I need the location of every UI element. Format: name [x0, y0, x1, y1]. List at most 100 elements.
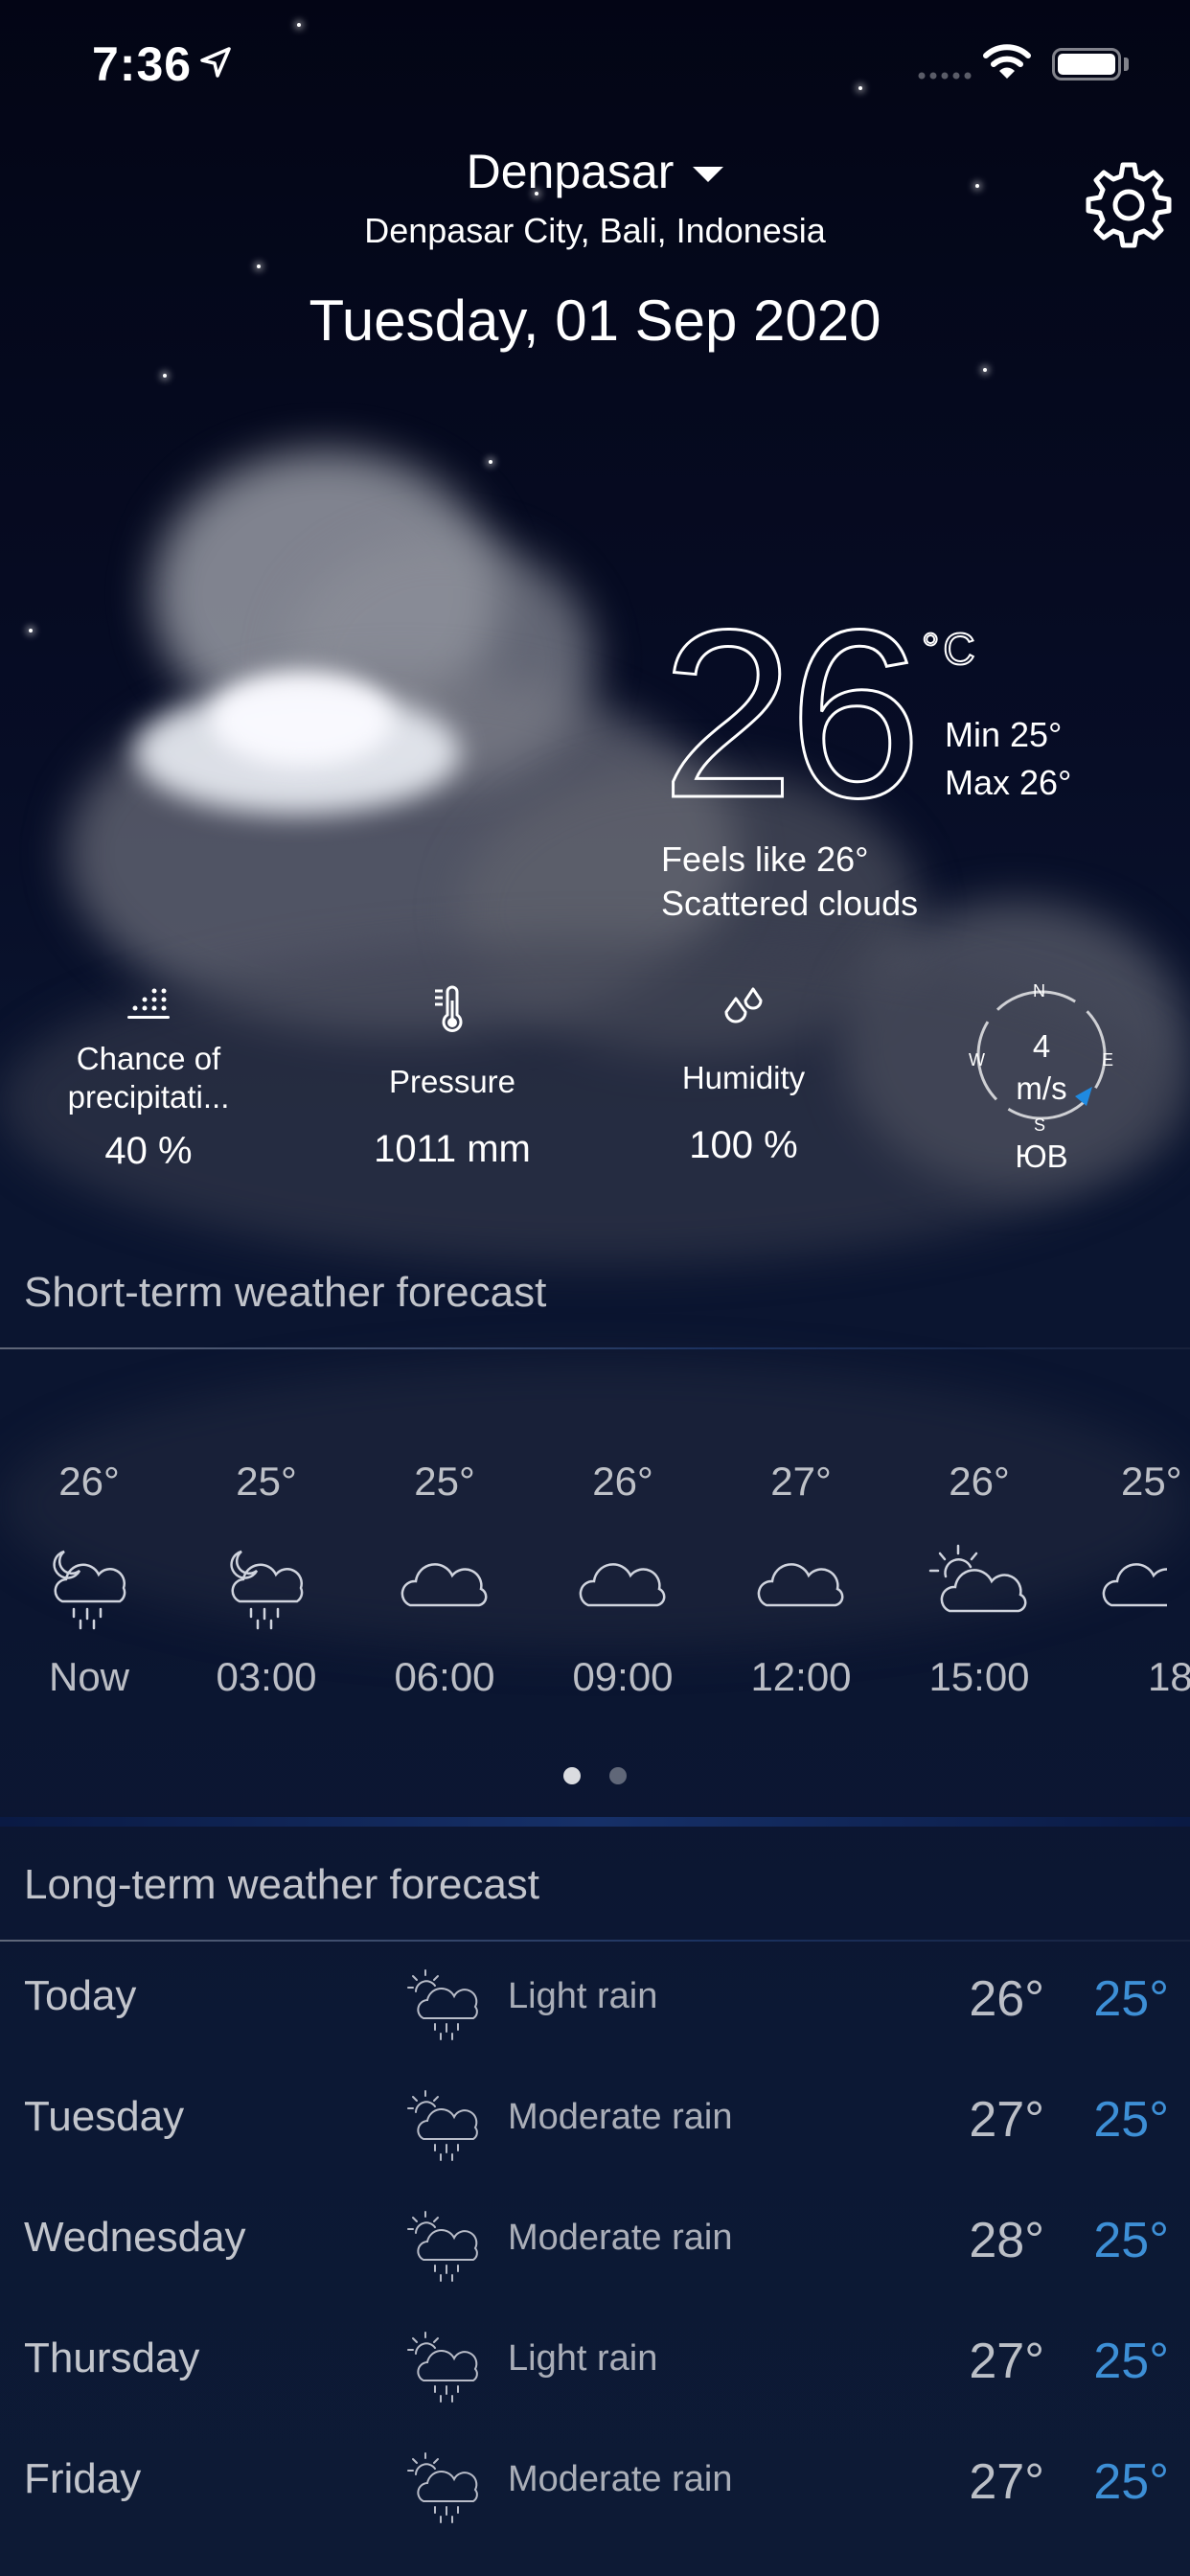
wind-speed: 4 m/s [970, 1025, 1113, 1110]
day-name: Friday [24, 2455, 142, 2502]
day-name: Wednesday [24, 2214, 246, 2261]
cloud-icon [715, 1533, 887, 1639]
gear-icon[interactable] [1083, 157, 1175, 249]
day-max-temp: 27° [969, 2454, 1044, 2510]
cloud-icon [1071, 1533, 1190, 1639]
hour-item[interactable]: 26° 15:00 [893, 1459, 1065, 1700]
sun-cloud-rain-icon [407, 1969, 478, 2040]
day-name: Tuesday [24, 2093, 185, 2140]
daily-forecast-row[interactable]: Tuesday Moderate rain 27° 25° [0, 2064, 1190, 2185]
humidity-value: 100 % [689, 1124, 798, 1166]
section-separator [0, 1817, 1190, 1827]
hour-item[interactable]: 26° 09:00 [537, 1459, 709, 1700]
max-temperature: Max 26° [945, 763, 1072, 802]
day-max-temp: 28° [969, 2213, 1044, 2268]
section-divider [0, 1940, 1190, 1942]
compass-north: N [1033, 981, 1045, 1000]
wind-speed-unit: m/s [1016, 1070, 1067, 1106]
cloud-icon [358, 1533, 531, 1639]
day-min-temp: 25° [1093, 2454, 1169, 2510]
hour-temp: 25° [1121, 1459, 1182, 1504]
day-condition: Moderate rain [508, 2218, 733, 2258]
condition-text: Scattered clouds [661, 884, 919, 923]
day-max-temp: 26° [969, 1971, 1044, 2027]
wind-speed-value: 4 [1032, 1028, 1051, 1064]
thermometer-icon [435, 985, 463, 1032]
day-min-temp: 25° [1093, 2334, 1169, 2389]
cloud-icon [537, 1533, 709, 1639]
hour-temp: 26° [949, 1459, 1010, 1504]
hour-temp: 26° [592, 1459, 653, 1504]
hour-item[interactable]: 25° 03:00 [180, 1459, 353, 1700]
day-name: Today [24, 1972, 137, 2019]
short-term-title: Short-term weather forecast [24, 1269, 547, 1316]
battery-icon [1052, 48, 1121, 80]
compass-south: S [1034, 1116, 1046, 1135]
wifi-icon [983, 44, 1031, 79]
pressure-stat: Pressure 1011 mm [356, 983, 548, 1171]
sun-cloud-rain-icon [407, 2332, 478, 2403]
night-cloud-rain-icon [3, 1533, 175, 1639]
humidity-label: Humidity [681, 1060, 806, 1095]
daily-forecast-row[interactable]: Today Light rain 26° 25° [0, 1944, 1190, 2064]
hour-temp: 25° [414, 1459, 475, 1504]
precipitation-icon [127, 988, 170, 1019]
region-subtitle: Denpasar City, Bali, Indonesia [364, 211, 826, 250]
pressure-value: 1011 mm [374, 1128, 531, 1170]
day-max-temp: 27° [969, 2334, 1044, 2389]
night-cloud-rain-icon [180, 1533, 353, 1639]
hour-time: 12:00 [750, 1654, 852, 1699]
status-time: 7:36 [92, 37, 193, 91]
daily-forecast-row[interactable]: Thursday Light rain 27° 25° [0, 2306, 1190, 2426]
hour-temp: 26° [58, 1459, 120, 1504]
hour-temp: 25° [236, 1459, 297, 1504]
hour-time: 06:00 [394, 1654, 495, 1699]
sun-cloud-rain-icon [407, 2211, 478, 2282]
hour-time: 18:00 [1148, 1654, 1190, 1699]
page-indicator-dot[interactable] [609, 1767, 627, 1784]
daily-forecast-row[interactable]: Friday Moderate rain 27° 25° [0, 2426, 1190, 2547]
wind-direction: ЮВ [1015, 1138, 1068, 1174]
precipitation-label-line2: precipitati... [67, 1079, 230, 1115]
precipitation-label-line1: Chance of [76, 1041, 221, 1076]
temperature-unit[interactable]: °C [921, 623, 979, 675]
hour-time: Now [48, 1654, 130, 1699]
sun-cloud-rain-icon [407, 2090, 478, 2161]
day-condition: Light rain [508, 2338, 658, 2379]
location-selector[interactable]: Denpasar [0, 144, 1190, 199]
precipitation-value: 40 % [104, 1130, 193, 1172]
daily-forecast-row[interactable]: Wednesday Moderate rain 28° 25° [0, 2185, 1190, 2306]
day-name: Thursday [24, 2334, 200, 2381]
current-temperature: 26 [659, 580, 923, 847]
cellular-signal-icon [918, 72, 972, 80]
day-max-temp: 27° [969, 2092, 1044, 2148]
day-min-temp: 25° [1093, 1971, 1169, 2027]
min-max-temperature: Min 25° Max 26° [945, 711, 1071, 807]
sun-cloud-icon [893, 1533, 1065, 1639]
hour-item[interactable]: 25° 06:00 [358, 1459, 531, 1700]
hour-time: 03:00 [216, 1654, 317, 1699]
humidity-stat: Humidity 100 % [648, 985, 839, 1167]
precipitation-stat: Chance of precipitati... 40 % [53, 987, 244, 1173]
hour-item[interactable]: 27° 12:00 [715, 1459, 887, 1700]
hour-time: 09:00 [572, 1654, 674, 1699]
current-date: Tuesday, 01 Sep 2020 [309, 288, 881, 353]
hour-temp: 27° [770, 1459, 832, 1504]
min-temperature: Min 25° [945, 715, 1063, 754]
hour-item[interactable]: 26° Now [3, 1459, 175, 1700]
sun-cloud-rain-icon [407, 2452, 478, 2523]
day-min-temp: 25° [1093, 2092, 1169, 2148]
feels-like: Feels like 26° [661, 840, 869, 879]
location-arrow-icon [200, 47, 231, 78]
hour-item[interactable]: 25° 18:00 [1071, 1459, 1190, 1700]
day-min-temp: 25° [1093, 2213, 1169, 2268]
pressure-label: Pressure [388, 1064, 516, 1099]
current-conditions: Feels like 26° Scattered clouds [661, 838, 918, 926]
section-divider [0, 1347, 1190, 1349]
city-name: Denpasar [466, 145, 675, 198]
humidity-drops-icon [724, 987, 763, 1024]
caret-down-icon [693, 167, 724, 182]
day-condition: Moderate rain [508, 2097, 733, 2137]
long-term-title: Long-term weather forecast [24, 1861, 540, 1908]
page-indicator-dot-active[interactable] [563, 1767, 581, 1784]
